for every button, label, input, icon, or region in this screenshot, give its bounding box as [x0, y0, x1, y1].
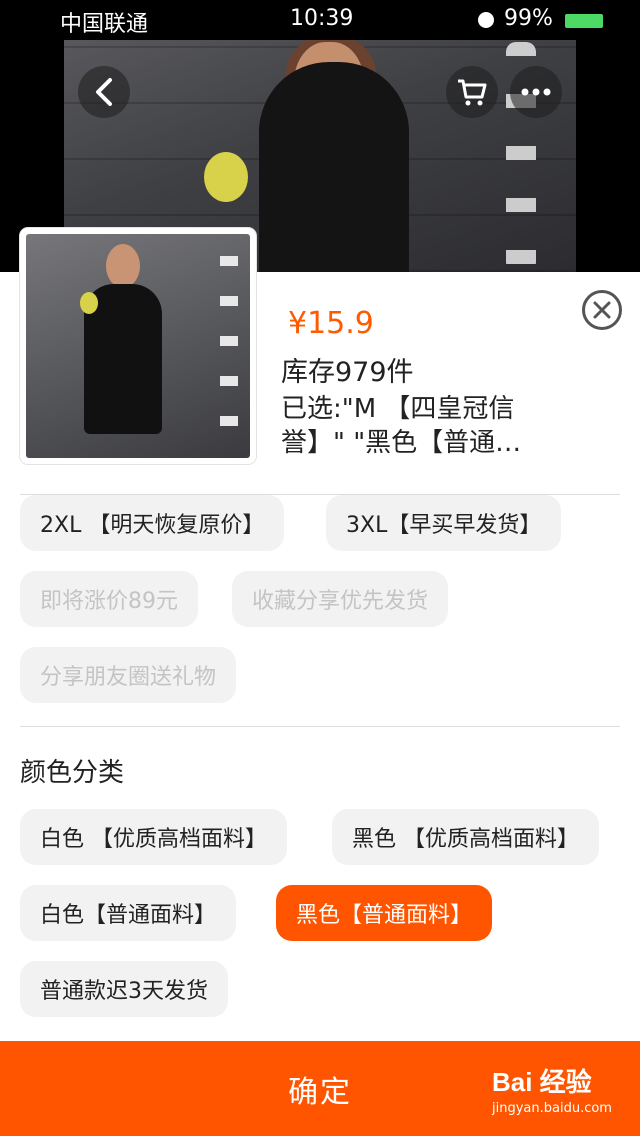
size-option-3xl[interactable]: 3XL【早买早发货】 [326, 495, 562, 551]
color-option-delayed-shipping[interactable]: 普通款迟3天发货 [20, 961, 228, 1017]
baidu-watermark: Bai 经验 jingyan.baidu.com [492, 1062, 612, 1122]
alarm-icon [478, 12, 494, 28]
model-dress [259, 62, 409, 272]
size-option-price-rise: 即将涨价89元 [20, 571, 198, 627]
watermark-url: jingyan.baidu.com [492, 1101, 612, 1116]
color-option-white-standard[interactable]: 白色【普通面料】 [20, 885, 237, 941]
price: ¥15.9 [288, 306, 374, 341]
size-option-favorite-share: 收藏分享优先发货 [232, 571, 449, 627]
close-button[interactable] [582, 290, 622, 330]
selected-summary: 已选:"M 【四皇冠信誉】" "黑色【普通… [281, 394, 522, 458]
carrier-label: 中国联通 [60, 12, 149, 37]
smiley-prop [204, 152, 248, 202]
thumbnail-model-head [106, 244, 140, 288]
thumbnail-lights [220, 256, 238, 446]
more-icon [521, 88, 551, 96]
color-option-black-standard[interactable]: 黑色【普通面料】 [276, 885, 493, 941]
color-section-title: 颜色分类 [20, 758, 125, 788]
cart-button[interactable] [446, 66, 498, 118]
chevron-left-icon [96, 78, 112, 106]
color-option-black-premium[interactable]: 黑色 【优质高档面料】 [332, 809, 599, 865]
product-thumbnail [20, 228, 256, 464]
size-option-moments-gift: 分享朋友圈送礼物 [20, 647, 237, 703]
battery-percent: 99% [504, 6, 553, 31]
back-button[interactable] [78, 66, 130, 118]
stock-count: 库存979件 [281, 357, 414, 388]
status-bar: 中国联通 10:39 99% [0, 0, 640, 40]
more-button[interactable] [510, 66, 562, 118]
watermark-brand: Bai 经验 [492, 1067, 592, 1097]
close-icon [593, 301, 611, 319]
thumbnail-image [26, 234, 250, 458]
battery-icon [565, 14, 603, 28]
color-option-white-premium[interactable]: 白色 【优质高档面料】 [20, 809, 287, 865]
size-option-2xl[interactable]: 2XL 【明天恢复原价】 [20, 495, 285, 551]
cart-icon [458, 79, 487, 106]
thumbnail-smiley [80, 292, 98, 314]
clock: 10:39 [290, 6, 354, 31]
divider [20, 726, 620, 727]
